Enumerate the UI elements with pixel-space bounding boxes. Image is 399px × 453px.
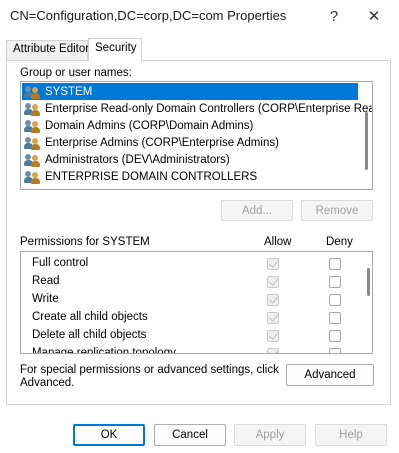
deny-checkbox[interactable] (329, 330, 341, 342)
advanced-button[interactable]: Advanced (286, 364, 374, 386)
allow-checkbox[interactable] (267, 258, 279, 270)
principal-name: Domain Admins (CORP\Domain Admins) (45, 119, 254, 132)
principal-list-item[interactable]: Enterprise Read-only Domain Controllers … (22, 100, 372, 117)
permission-row: Delete all child objects (21, 327, 361, 345)
principal-name: ENTERPRISE DOMAIN CONTROLLERS (45, 170, 258, 183)
users-icon (24, 136, 42, 150)
deny-column-header: Deny (326, 236, 353, 248)
question-mark-icon: ? (329, 7, 339, 25)
allow-checkbox[interactable] (267, 330, 279, 342)
users-icon (24, 85, 42, 99)
users-icon (24, 102, 42, 116)
apply-button[interactable]: Apply (234, 424, 306, 446)
principal-list-item[interactable]: Domain Admins (CORP\Domain Admins) (22, 117, 358, 134)
close-icon: ✕ (367, 8, 381, 25)
permission-name: Manage replication topology (32, 347, 176, 354)
principal-name: Enterprise Read-only Domain Controllers … (45, 102, 373, 115)
principal-list[interactable]: SYSTEM Enterprise Read-only Domain Contro… (20, 81, 373, 190)
principal-list-item[interactable]: ENTERPRISE DOMAIN CONTROLLERS (22, 168, 358, 185)
allow-checkbox[interactable] (267, 312, 279, 324)
allow-checkbox[interactable] (267, 294, 279, 306)
principal-list-item[interactable]: Administrators (DEV\Administrators) (22, 151, 358, 168)
permission-row: Write (21, 291, 361, 309)
permission-name: Write (32, 293, 59, 305)
permission-name: Read (32, 275, 60, 287)
permission-name: Full control (32, 257, 89, 269)
deny-checkbox[interactable] (329, 312, 341, 324)
deny-checkbox[interactable] (329, 258, 341, 270)
deny-checkbox[interactable] (329, 294, 341, 306)
permission-row: Read (21, 273, 361, 291)
permission-row: Create all child objects (21, 309, 361, 327)
cancel-button[interactable]: Cancel (154, 424, 226, 446)
close-button[interactable]: ✕ (358, 4, 390, 28)
group-or-user-names-label: Group or user names: (20, 67, 132, 79)
principal-name: SYSTEM (45, 85, 93, 98)
principal-list-item[interactable]: Enterprise Admins (CORP\Enterprise Admin… (22, 134, 358, 151)
window-title: CN=Configuration,DC=corp,DC=com Properti… (10, 8, 287, 23)
permission-name: Delete all child objects (32, 329, 147, 341)
tab-security[interactable]: Security (88, 38, 142, 61)
allow-checkbox[interactable] (267, 276, 279, 288)
deny-checkbox[interactable] (329, 276, 341, 288)
add-button[interactable]: Add... (221, 200, 293, 221)
principal-name: Administrators (DEV\Administrators) (45, 153, 230, 166)
allow-checkbox[interactable] (267, 348, 279, 353)
principal-name: Enterprise Admins (CORP\Enterprise Admin… (45, 136, 279, 149)
tab-attribute-editor[interactable]: Attribute Editor (6, 40, 89, 60)
help-button[interactable]: Help (315, 424, 387, 446)
deny-checkbox[interactable] (329, 348, 341, 353)
permission-name: Create all child objects (32, 311, 148, 323)
permission-row: Full control (21, 255, 361, 273)
users-icon (24, 170, 42, 184)
remove-button[interactable]: Remove (301, 200, 373, 221)
allow-column-header: Allow (264, 236, 292, 248)
users-icon (24, 153, 42, 167)
permissions-label: Permissions for SYSTEM (20, 236, 150, 248)
users-icon (24, 119, 42, 133)
help-title-button[interactable]: ? (318, 4, 350, 28)
permissions-list: Full control Read Write Create all child ob… (20, 251, 373, 354)
permission-row: Manage replication topology (21, 345, 361, 354)
special-permissions-text: For special permissions or advanced sett… (20, 364, 279, 389)
title-bar: CN=Configuration,DC=corp,DC=com Properti… (0, 0, 399, 32)
principal-list-scrollbar[interactable] (365, 112, 368, 170)
permissions-scrollbar[interactable] (367, 268, 370, 296)
ok-button[interactable]: OK (73, 424, 145, 446)
principal-list-item[interactable]: SYSTEM (22, 83, 358, 100)
